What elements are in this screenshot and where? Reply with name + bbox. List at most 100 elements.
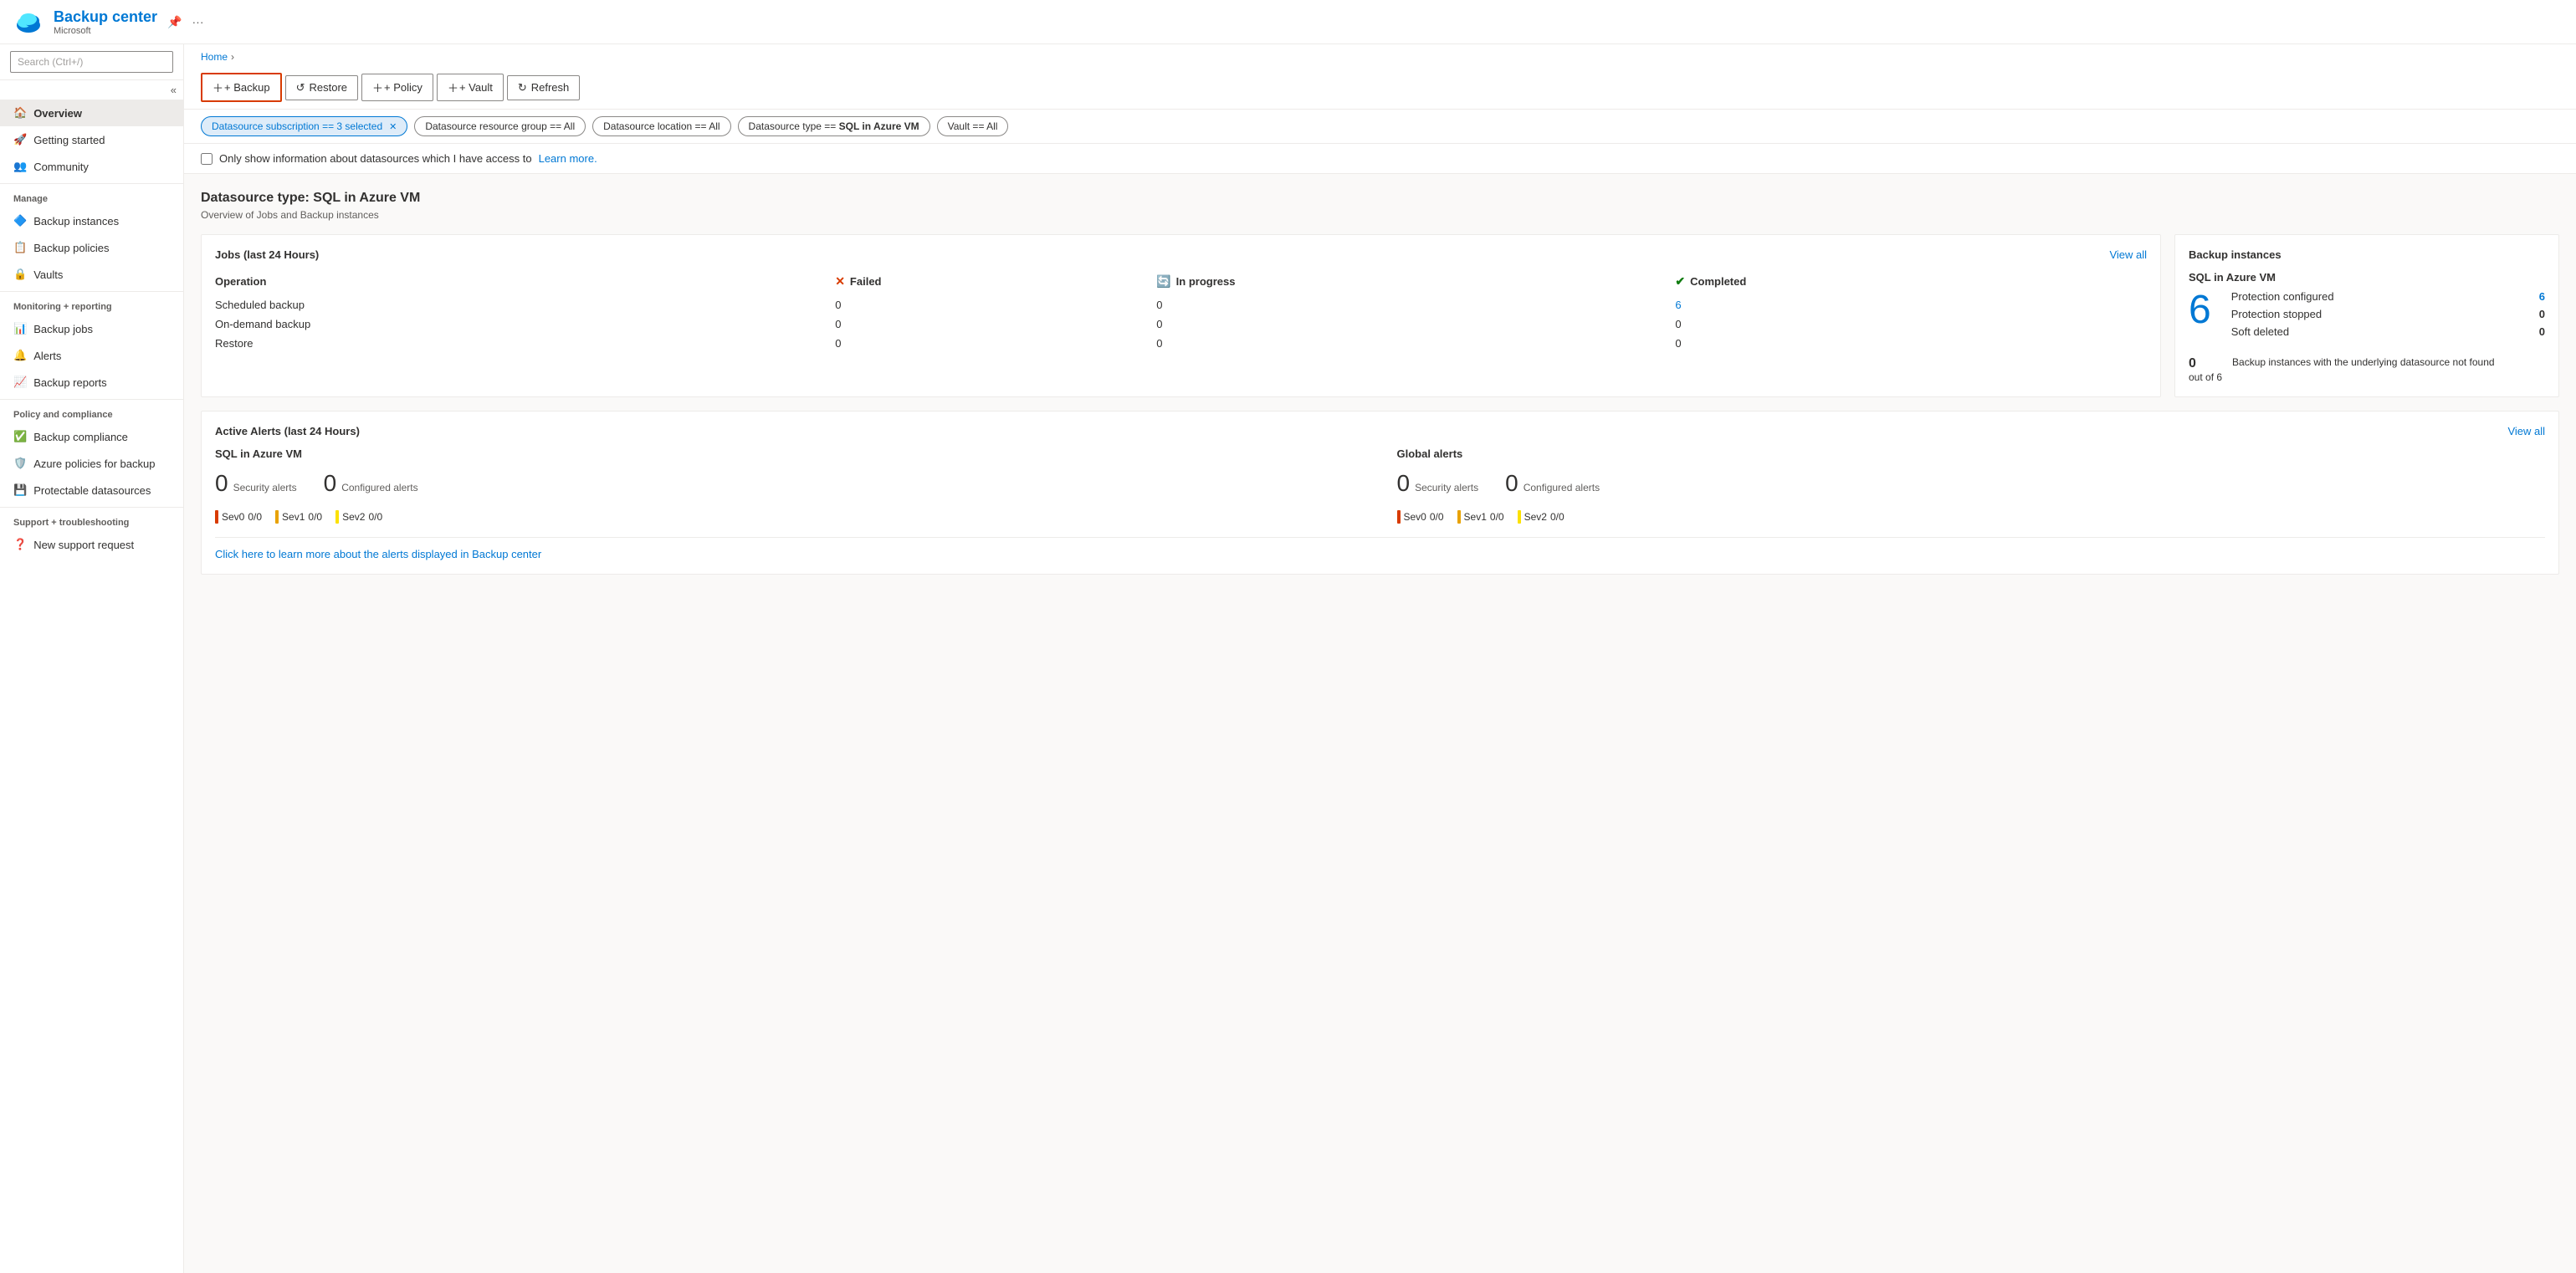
sidebar-item-getting-started[interactable]: 🚀 Getting started: [0, 126, 183, 153]
global-sev2: Sev2 0/0: [1518, 510, 1565, 524]
jobs-col-completed: ✔ Completed: [1675, 271, 2147, 295]
more-icon[interactable]: ···: [192, 15, 204, 28]
soft-deleted-label: Soft deleted: [2231, 325, 2289, 338]
sidebar-item-azure-policies[interactable]: 🛡️ Azure policies for backup: [0, 450, 183, 477]
not-found-count: 0 out of 6: [2189, 356, 2222, 383]
global-security-label: Security alerts: [1415, 482, 1478, 493]
sql-sev0-value: 0/0: [248, 511, 262, 523]
azure-policies-icon: 🛡️: [13, 457, 27, 470]
app-logo-icon: [13, 7, 44, 37]
refresh-label: Refresh: [531, 81, 570, 94]
filter-chip-vault[interactable]: Vault == All: [937, 116, 1009, 136]
sidebar-item-backup-policies[interactable]: 📋 Backup policies: [0, 234, 183, 261]
backup-label: + Backup: [224, 81, 270, 94]
restore-button[interactable]: ↺ Restore: [285, 75, 358, 100]
sidebar-item-protectable-datasources[interactable]: 💾 Protectable datasources: [0, 477, 183, 504]
alerts-card-title: Active Alerts (last 24 Hours) View all: [215, 425, 2545, 437]
breadcrumb-home[interactable]: Home: [201, 51, 228, 63]
filter-chip-label: Vault == All: [948, 120, 998, 132]
job-operation: Scheduled backup: [215, 295, 835, 314]
sidebar-item-backup-instances[interactable]: 🔷 Backup instances: [0, 207, 183, 234]
sidebar-item-community[interactable]: 👥 Community: [0, 153, 183, 180]
breadcrumb: Home ›: [201, 44, 2559, 66]
getting-started-icon: 🚀: [13, 133, 27, 146]
filter-chip-resource-group[interactable]: Datasource resource group == All: [414, 116, 586, 136]
sidebar-item-alerts[interactable]: 🔔 Alerts: [0, 342, 183, 369]
alerts-global-title: Global alerts: [1397, 447, 2546, 460]
sev0-bar-icon: [215, 510, 218, 524]
filter-chip-location[interactable]: Datasource location == All: [592, 116, 730, 136]
content-header: Home › ＋ + Backup ↺ Restore ＋ + Policy ＋: [184, 44, 2576, 110]
sidebar-item-label: Vaults: [33, 268, 63, 281]
policy-label: + Policy: [384, 81, 423, 94]
pin-icon[interactable]: 📌: [167, 15, 182, 29]
job-in-progress: 0: [1156, 334, 1675, 353]
jobs-title-text: Jobs (last 24 Hours): [215, 248, 319, 261]
alerts-view-all-link[interactable]: View all: [2507, 425, 2545, 437]
filter-chip-label: Datasource resource group == All: [425, 120, 575, 132]
global-security-num: 0: [1397, 470, 1411, 497]
filter-chip-close-icon[interactable]: ✕: [389, 121, 397, 132]
sidebar-item-label: Community: [33, 161, 89, 173]
backup-instances-datasource-type: SQL in Azure VM: [2189, 271, 2545, 284]
refresh-button[interactable]: ↻ Refresh: [507, 75, 580, 100]
jobs-col-in-progress: 🔄 In progress: [1156, 271, 1675, 295]
job-failed: 0: [835, 334, 1156, 353]
search-input[interactable]: [10, 51, 173, 73]
global-sev2-value: 0/0: [1550, 511, 1565, 523]
alerts-card: Active Alerts (last 24 Hours) View all S…: [201, 411, 2559, 575]
protection-configured-value[interactable]: 6: [2539, 290, 2545, 303]
sql-sev1: Sev1 0/0: [275, 510, 322, 524]
sql-sev1-value: 0/0: [308, 511, 322, 523]
sidebar-item-backup-reports[interactable]: 📈 Backup reports: [0, 369, 183, 396]
datasource-title: Datasource type: SQL in Azure VM: [201, 191, 2559, 206]
sql-sev0-label: Sev0: [222, 511, 244, 523]
global-sev-row: Sev0 0/0 Sev1 0/0 Sev2 0/0: [1397, 510, 2546, 524]
backup-instances-card: Backup instances SQL in Azure VM 6 Prote…: [2174, 234, 2559, 397]
job-operation: Restore: [215, 334, 835, 353]
sidebar-item-backup-jobs[interactable]: 📊 Backup jobs: [0, 315, 183, 342]
sev2-bar-icon: [335, 510, 339, 524]
learn-more-link[interactable]: Learn more.: [539, 152, 597, 165]
not-found-number: 0: [2189, 356, 2196, 371]
jobs-view-all-link[interactable]: View all: [2109, 248, 2147, 261]
sidebar-item-label: Protectable datasources: [33, 484, 151, 497]
sidebar-item-label: Backup policies: [33, 242, 109, 254]
job-in-progress: 0: [1156, 295, 1675, 314]
sidebar-collapse-button[interactable]: «: [0, 80, 183, 100]
jobs-table: Operation ✕ Failed 🔄: [215, 271, 2147, 353]
sql-security-label: Security alerts: [233, 482, 297, 493]
sidebar-item-label: New support request: [33, 539, 134, 551]
refresh-icon: ↻: [518, 81, 527, 95]
job-completed[interactable]: 6: [1675, 295, 2147, 314]
alerts-learn-more-link[interactable]: Click here to learn more about the alert…: [215, 548, 541, 560]
backup-instances-title-text: Backup instances: [2189, 248, 2282, 261]
policy-button[interactable]: ＋ + Policy: [361, 74, 433, 101]
soft-deleted-value: 0: [2539, 325, 2545, 338]
alert-counts-sql: 0 Security alerts 0 Configured alerts: [215, 470, 1364, 497]
sidebar-item-label: Backup instances: [33, 215, 119, 228]
backup-button[interactable]: ＋ + Backup: [201, 73, 282, 102]
sql-sev2: Sev2 0/0: [335, 510, 382, 524]
completed-label: Completed: [1690, 275, 1746, 288]
job-completed-link[interactable]: 6: [1675, 299, 1681, 311]
sidebar-item-overview[interactable]: 🏠 Overview: [0, 100, 183, 126]
plus-icon: ＋: [213, 79, 223, 95]
filter-chip-type[interactable]: Datasource type == SQL in Azure VM: [738, 116, 930, 136]
vault-button[interactable]: ＋ + Vault: [437, 74, 504, 101]
protection-configured-row: Protection configured 6: [2231, 290, 2545, 303]
global-sev0: Sev0 0/0: [1397, 510, 1444, 524]
job-completed: 0: [1675, 334, 2147, 353]
table-row: Scheduled backup006: [215, 295, 2147, 314]
sidebar-item-backup-compliance[interactable]: ✅ Backup compliance: [0, 423, 183, 450]
access-filter-checkbox[interactable]: [201, 153, 213, 165]
global-sev2-bar-icon: [1518, 510, 1521, 524]
sidebar-item-vaults[interactable]: 🔒 Vaults: [0, 261, 183, 288]
datasource-subtitle: Overview of Jobs and Backup instances: [201, 209, 2559, 221]
sidebar-item-new-support[interactable]: ❓ New support request: [0, 531, 183, 558]
sidebar-item-label: Backup reports: [33, 376, 106, 389]
filter-chip-subscription[interactable]: Datasource subscription == 3 selected ✕: [201, 116, 407, 136]
app-title: Backup center: [54, 8, 157, 26]
alerts-section-sql: SQL in Azure VM 0 Security alerts 0 Conf…: [215, 447, 1364, 524]
manage-section-label: Manage: [0, 183, 183, 207]
